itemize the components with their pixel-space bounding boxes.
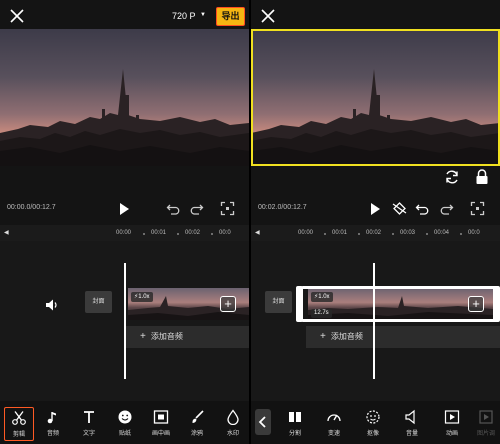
bottom-toolbar: 分割 变速 抠像 音量 动画 图片调 bbox=[251, 401, 500, 444]
video-clip[interactable]: ⚡1.0x 12.7s + bbox=[308, 288, 493, 320]
timeline-ruler[interactable]: ◀ 00:00 00:01 00:02 00:03 00:04 00:0 bbox=[251, 225, 500, 241]
chevron-down-icon[interactable]: ▼ bbox=[200, 12, 206, 18]
tool-adjust[interactable]: 图片调 bbox=[473, 407, 499, 441]
redo-icon[interactable] bbox=[439, 201, 454, 216]
tool-speed[interactable]: 变速 bbox=[319, 407, 349, 441]
ruler-tick: 00:00 bbox=[116, 230, 132, 236]
ruler-dot bbox=[358, 233, 360, 235]
bottom-toolbar: 剪辑 音频 文字 贴纸 画中画 涂鸦 水印 bbox=[0, 401, 249, 444]
chevron-left-icon bbox=[258, 416, 266, 428]
playhead[interactable] bbox=[373, 263, 375, 379]
watermark-icon bbox=[227, 409, 239, 425]
ruler-tick: 00:04 bbox=[434, 230, 450, 236]
split-icon bbox=[289, 410, 301, 424]
ruler-tick: 00:0 bbox=[468, 230, 480, 236]
sticker-icon bbox=[118, 410, 132, 424]
add-clip-button[interactable]: + bbox=[468, 296, 484, 312]
animation-icon bbox=[444, 410, 460, 424]
scissors-icon bbox=[12, 411, 26, 425]
export-button[interactable]: 导出 bbox=[216, 7, 245, 26]
tool-cutout[interactable]: 抠像 bbox=[358, 407, 388, 441]
timeline-ruler[interactable]: ◀ 00:00 00:01 00:02 00:0 bbox=[0, 225, 249, 241]
add-audio-button[interactable]: + 添加音频 bbox=[306, 326, 500, 348]
text-icon bbox=[84, 411, 94, 423]
trim-handle-left[interactable] bbox=[296, 286, 303, 322]
play-icon[interactable] bbox=[117, 202, 131, 216]
ruler-dot bbox=[324, 233, 326, 235]
tool-sticker[interactable]: 贴纸 bbox=[110, 407, 140, 441]
speaker-icon[interactable] bbox=[45, 298, 59, 312]
keyframe-icon[interactable] bbox=[392, 201, 407, 216]
plus-icon: + bbox=[140, 331, 146, 342]
speed-badge: ⚡1.0x bbox=[131, 292, 153, 302]
tool-split[interactable]: 分割 bbox=[280, 407, 310, 441]
cover-thumbnail[interactable]: 封面 bbox=[265, 291, 292, 313]
volume-icon bbox=[405, 409, 415, 425]
fullscreen-icon[interactable] bbox=[470, 201, 485, 216]
city-skyline-image bbox=[251, 69, 500, 166]
add-audio-button[interactable]: + 添加音频 bbox=[126, 326, 249, 348]
tool-picture-in-picture[interactable]: 画中画 bbox=[146, 407, 176, 441]
undo-icon[interactable] bbox=[166, 201, 181, 216]
ruler-tick: 00:03 bbox=[400, 230, 416, 236]
timeline-tracks[interactable]: 封面 ⚡1.0x + + 添加音频 bbox=[0, 241, 249, 401]
city-skyline-image bbox=[0, 69, 249, 166]
rotate-icon[interactable] bbox=[444, 169, 460, 185]
music-note-icon bbox=[47, 412, 56, 424]
resolution-selector[interactable]: 720 P bbox=[172, 11, 196, 21]
ruler-dot bbox=[426, 233, 428, 235]
timeline-start-icon: ◀ bbox=[4, 230, 9, 236]
ruler-dot bbox=[211, 233, 213, 235]
timecode-display: 00:02.0/00:12.7 bbox=[258, 204, 307, 211]
play-icon[interactable] bbox=[368, 202, 382, 216]
close-icon[interactable] bbox=[9, 8, 25, 24]
cover-thumbnail[interactable]: 封面 bbox=[85, 291, 112, 313]
ruler-tick: 00:02 bbox=[185, 230, 201, 236]
playhead[interactable] bbox=[124, 263, 126, 379]
cutout-icon bbox=[366, 410, 380, 424]
brush-icon bbox=[192, 410, 204, 423]
undo-icon[interactable] bbox=[415, 201, 430, 216]
ruler-dot bbox=[392, 233, 394, 235]
speed-icon bbox=[327, 414, 341, 422]
editor-panel-left: 720 P ▼ 导出 00:00.0/00:12.7 ◀ 00:00 00:01… bbox=[0, 0, 249, 444]
editor-panel-right: 00:02.0/00:12.7 ◀ 00:00 00:01 00:02 00:0… bbox=[251, 0, 500, 444]
ruler-tick: 00:0 bbox=[219, 230, 231, 236]
video-preview[interactable] bbox=[251, 29, 500, 166]
fullscreen-icon[interactable] bbox=[220, 201, 235, 216]
tool-edit[interactable]: 剪辑 bbox=[4, 407, 34, 441]
add-clip-button[interactable]: + bbox=[220, 296, 236, 312]
timeline-tracks[interactable]: 封面 ⚡1.0x 12.7s + + 添加音频 bbox=[251, 241, 500, 401]
ruler-tick: 00:01 bbox=[151, 230, 167, 236]
tool-doodle[interactable]: 涂鸦 bbox=[182, 407, 212, 441]
redo-icon[interactable] bbox=[189, 201, 204, 216]
adjust-icon bbox=[479, 410, 493, 424]
picture-in-picture-icon bbox=[153, 410, 169, 424]
ruler-dot bbox=[143, 233, 145, 235]
ruler-tick: 00:02 bbox=[366, 230, 382, 236]
lock-icon[interactable] bbox=[475, 169, 489, 185]
video-clip[interactable]: ⚡1.0x + bbox=[128, 288, 249, 320]
tool-volume[interactable]: 音量 bbox=[397, 407, 427, 441]
ruler-tick: 00:01 bbox=[332, 230, 348, 236]
trim-handle-right[interactable] bbox=[493, 286, 500, 322]
timecode-display: 00:00.0/00:12.7 bbox=[7, 204, 56, 211]
video-preview[interactable] bbox=[0, 29, 249, 166]
timeline-start-icon: ◀ bbox=[255, 230, 260, 236]
plus-icon: + bbox=[320, 331, 326, 342]
ruler-dot bbox=[460, 233, 462, 235]
tool-animation[interactable]: 动画 bbox=[437, 407, 467, 441]
back-button[interactable] bbox=[255, 409, 271, 435]
tool-watermark[interactable]: 水印 bbox=[218, 407, 248, 441]
ruler-dot bbox=[177, 233, 179, 235]
close-icon[interactable] bbox=[260, 8, 276, 24]
ruler-tick: 00:00 bbox=[298, 230, 314, 236]
tool-audio[interactable]: 音频 bbox=[38, 407, 68, 441]
speed-badge: ⚡1.0x bbox=[311, 292, 333, 302]
duration-badge: 12.7s bbox=[311, 309, 332, 318]
tool-text[interactable]: 文字 bbox=[74, 407, 104, 441]
